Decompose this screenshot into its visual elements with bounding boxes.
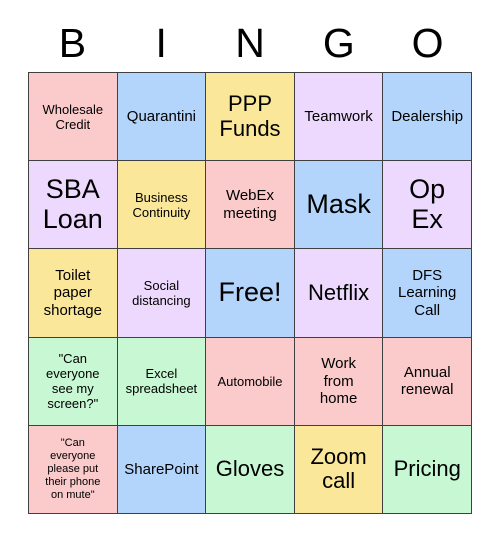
bingo-cell[interactable]: "Can everyone see my screen?" — [29, 337, 117, 425]
bingo-cell[interactable]: Quarantini — [117, 73, 206, 161]
bingo-cell[interactable]: PPP Funds — [206, 73, 294, 161]
bingo-grid: Wholesale Credit Quarantini PPP Funds Teamw… — [28, 72, 472, 514]
header-letter-b: B — [58, 19, 87, 66]
bingo-cell-label: Annual renewal — [400, 363, 454, 399]
bingo-cell[interactable]: Pricing — [383, 425, 471, 513]
bingo-cell[interactable]: WebEx meeting — [206, 161, 294, 249]
bingo-cell[interactable]: SharePoint — [117, 425, 206, 513]
bingo-cell-label: Dealership — [391, 107, 464, 125]
bingo-cell-label: Excel spreadsheet — [125, 366, 198, 397]
bingo-cell-label: PPP Funds — [219, 90, 281, 141]
header-letter-o: O — [411, 19, 444, 66]
bingo-cell[interactable]: Automobile — [206, 337, 294, 425]
bingo-cell-label: Quarantini — [126, 107, 196, 125]
bingo-cell[interactable]: Netflix — [294, 249, 383, 337]
bingo-cell-label: Free! — [218, 277, 282, 308]
bingo-cell[interactable]: Dealership — [383, 73, 471, 161]
bingo-cell[interactable]: Teamwork — [294, 73, 383, 161]
header-letter-n: N — [235, 19, 265, 66]
bingo-cell-label: SharePoint — [124, 460, 199, 478]
bingo-cell[interactable]: Gloves — [206, 425, 294, 513]
bingo-cell[interactable]: "Can everyone please put their phone on … — [29, 425, 117, 513]
bingo-cell[interactable]: Work from home — [294, 337, 383, 425]
bingo-cell-label: Business Continuity — [132, 189, 191, 220]
bingo-cell[interactable]: DFS Learning Call — [383, 249, 471, 337]
bingo-cell[interactable]: Business Continuity — [117, 161, 206, 249]
bingo-cell-label: Gloves — [215, 456, 285, 482]
bingo-cell-label: Mask — [306, 188, 371, 219]
bingo-cell[interactable]: Annual renewal — [383, 337, 471, 425]
bingo-cell-label: Netflix — [308, 279, 370, 305]
bingo-cell-label: Work from home — [319, 355, 358, 407]
bingo-cell-label: Zoom call — [310, 443, 367, 494]
header-letter-i: I — [155, 19, 167, 66]
bingo-header: B I N G O — [28, 14, 472, 72]
bingo-cell-label: "Can everyone see my screen?" — [46, 351, 100, 412]
bingo-cell-label: Toilet paper shortage — [43, 266, 102, 319]
bingo-cell-label: DFS Learning Call — [397, 266, 457, 319]
bingo-cell[interactable]: Free! — [206, 249, 294, 337]
header-letter-g: G — [322, 19, 355, 66]
bingo-cell-label: WebEx meeting — [223, 187, 277, 222]
bingo-cell-label: Automobile — [217, 373, 283, 389]
bingo-cell-label: Social distancing — [132, 277, 191, 308]
bingo-cell[interactable]: Wholesale Credit — [29, 73, 117, 161]
bingo-cell-label: Wholesale Credit — [42, 101, 104, 132]
bingo-cell[interactable]: Zoom call — [294, 425, 383, 513]
bingo-cell[interactable]: Mask — [294, 161, 383, 249]
bingo-card: B I N G O Wholesale Credit Quarantini PPP … — [0, 0, 500, 544]
bingo-cell[interactable]: Op Ex — [383, 161, 471, 249]
bingo-cell[interactable]: Excel spreadsheet — [117, 337, 206, 425]
bingo-cell-label: Teamwork — [304, 107, 373, 125]
bingo-cell[interactable]: Toilet paper shortage — [29, 249, 117, 337]
bingo-cell-label: Pricing — [393, 456, 461, 482]
bingo-cell-label: Op Ex — [409, 174, 446, 234]
bingo-cell[interactable]: Social distancing — [117, 249, 206, 337]
bingo-cell-label: "Can everyone please put their phone on … — [45, 436, 101, 501]
bingo-cell[interactable]: SBA Loan — [29, 161, 117, 249]
bingo-cell-label: SBA Loan — [42, 174, 103, 234]
